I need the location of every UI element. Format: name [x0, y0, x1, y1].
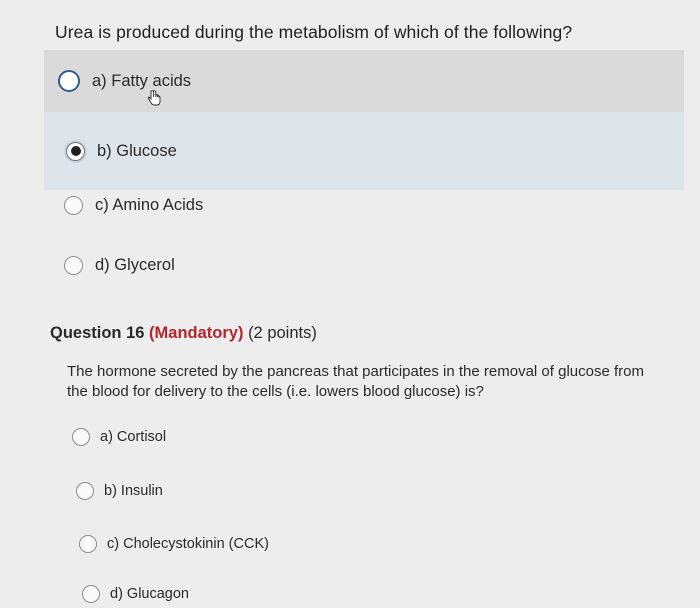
radio-button-icon[interactable]: [82, 585, 100, 603]
option-label: a) Cortisol: [100, 429, 167, 445]
question-number: Question 16: [50, 324, 145, 342]
option-label: b) Insulin: [104, 483, 163, 499]
points-label: (2 points): [248, 324, 317, 342]
option-d-row[interactable]: d) Glucagon: [82, 581, 189, 607]
radio-button-icon[interactable]: [72, 428, 90, 446]
option-b-row[interactable]: b) Insulin: [76, 478, 163, 504]
question-text: Urea is produced during the metabolism o…: [55, 22, 573, 42]
option-label: b) Glucose: [97, 141, 177, 160]
radio-selected-icon[interactable]: [66, 141, 85, 161]
radio-button-icon[interactable]: [76, 482, 94, 500]
quiz-page: Urea is produced during the metabolism o…: [0, 0, 700, 608]
option-label: d) Glucagon: [110, 586, 189, 602]
option-c-row[interactable]: c) Cholecystokinin (CCK): [79, 531, 269, 557]
option-a-row[interactable]: a) Cortisol: [72, 424, 166, 450]
option-c-row[interactable]: c) Amino Acids: [44, 174, 684, 236]
option-label: a) Fatty acids: [92, 71, 192, 90]
option-a-row[interactable]: a) Fatty acids: [44, 50, 684, 112]
question-text: The hormone secreted by the pancreas tha…: [67, 363, 644, 400]
option-label: d) Glycerol: [95, 255, 175, 274]
radio-button-icon[interactable]: [58, 70, 80, 92]
question-16-heading: Question 16 (Mandatory) (2 points): [50, 324, 317, 343]
option-d-row[interactable]: d) Glycerol: [44, 234, 684, 296]
radio-button-icon[interactable]: [79, 535, 97, 553]
radio-button-icon[interactable]: [64, 195, 83, 215]
option-label: c) Cholecystokinin (CCK): [107, 536, 269, 552]
hand-pointer-icon: [147, 90, 161, 106]
option-label: c) Amino Acids: [95, 195, 204, 214]
radio-button-icon[interactable]: [64, 255, 83, 275]
mandatory-label: (Mandatory): [149, 324, 244, 342]
